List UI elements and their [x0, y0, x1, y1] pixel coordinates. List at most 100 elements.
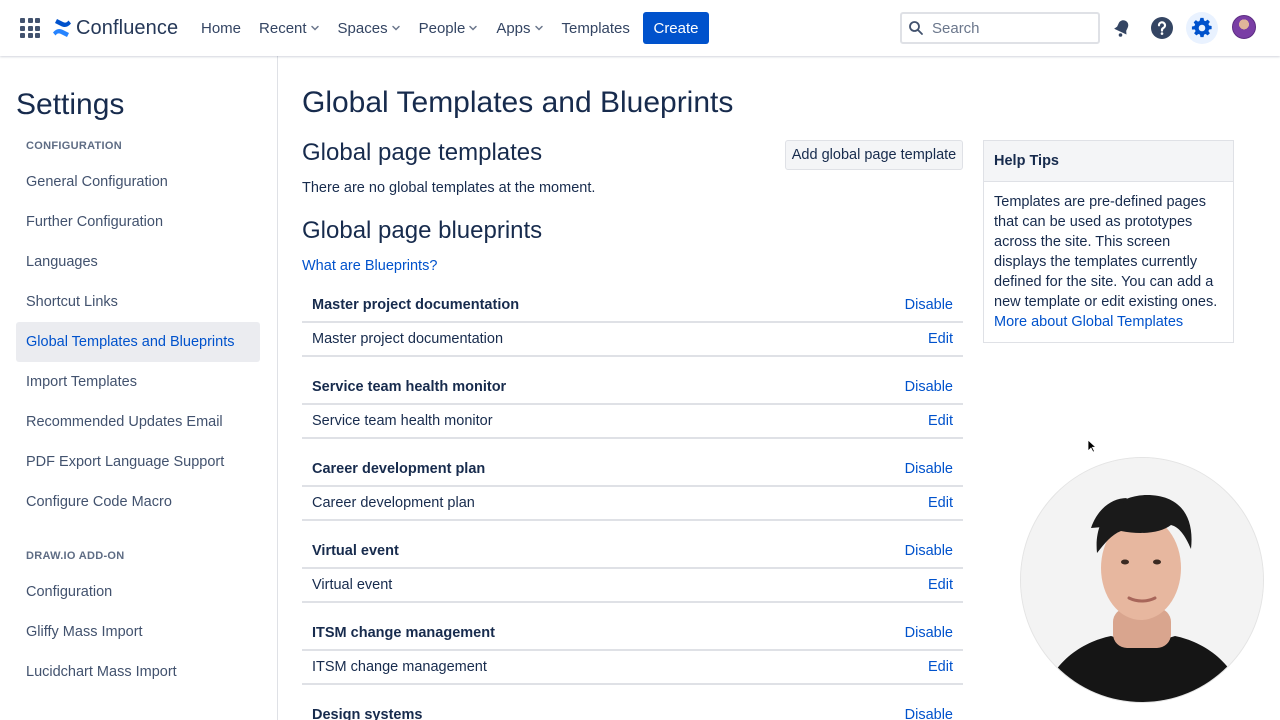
user-avatar[interactable] — [1232, 15, 1256, 39]
add-global-page-template-button[interactable]: Add global page template — [785, 140, 963, 170]
nav-item-label: Templates — [561, 19, 630, 37]
sidebar-item-further-configuration[interactable]: Further Configuration — [16, 202, 260, 242]
help-tips-panel: Help Tips Templates are pre-defined page… — [983, 140, 1234, 343]
edit-template-link[interactable]: Edit — [928, 659, 953, 675]
sidebar-item-general-configuration[interactable]: General Configuration — [16, 162, 260, 202]
chevron-down-icon — [310, 25, 319, 31]
blueprint-template-row: Virtual event Edit — [302, 569, 963, 603]
more-about-global-templates-link[interactable]: More about Global Templates — [994, 312, 1223, 332]
blueprint-name: Virtual event — [312, 542, 399, 559]
confluence-logo[interactable]: Confluence — [52, 14, 178, 42]
sidebar-item-label: Further Configuration — [26, 214, 164, 230]
nav-item-label: Apps — [496, 19, 531, 37]
nav-item-templates[interactable]: Templates — [553, 0, 639, 56]
presenter-webcam-overlay — [1020, 457, 1264, 703]
blueprint-template-name: Master project documentation — [312, 331, 504, 347]
blueprint-template-row: Master project documentation Edit — [302, 323, 963, 357]
sidebar-item-label: Shortcut Links — [26, 294, 118, 310]
sidebar-item-label: Configure Code Macro — [26, 494, 172, 510]
app-switcher-icon[interactable] — [20, 18, 40, 38]
nav-item-label: People — [418, 19, 466, 37]
help-tips-text: Templates are pre-defined pages that can… — [994, 194, 1218, 310]
sidebar-item-label: Import Templates — [26, 374, 137, 390]
presenter-image — [1021, 458, 1263, 702]
nav-item-label: Recent — [259, 19, 307, 37]
sidebar-item-label: Languages — [26, 254, 98, 270]
sidebar-item-gliffy-mass-import[interactable]: Gliffy Mass Import — [16, 612, 260, 652]
settings-sidebar: Settings CONFIGURATION General Configurat… — [0, 56, 278, 720]
sidebar-item-label: Lucidchart Mass Import — [26, 664, 177, 680]
sidebar-item-recommended-updates-email[interactable]: Recommended Updates Email — [16, 402, 260, 442]
sidebar-item-label: PDF Export Language Support — [26, 454, 225, 470]
page-title: Global Templates and Blueprints — [302, 86, 734, 119]
settings-gear-icon[interactable] — [1186, 12, 1218, 44]
top-navigation: Confluence Home Recent Spaces People Apps Tem… — [0, 0, 1280, 56]
templates-heading: Global page templates — [302, 139, 543, 166]
blueprint-header-row: Design systems Disable — [302, 698, 963, 720]
sidebar-item-shortcut-links[interactable]: Shortcut Links — [16, 282, 260, 322]
disable-blueprint-link[interactable]: Disable — [905, 297, 953, 313]
blueprint-name: Service team health monitor — [312, 378, 507, 395]
sidebar-item-label: Recommended Updates Email — [26, 414, 223, 430]
nav-item-home[interactable]: Home — [192, 0, 250, 56]
disable-blueprint-link[interactable]: Disable — [905, 543, 953, 559]
disable-blueprint-link[interactable]: Disable — [905, 625, 953, 641]
confluence-logo-icon — [53, 19, 71, 37]
sidebar-item-configure-code-macro[interactable]: Configure Code Macro — [16, 482, 260, 522]
sidebar-item-import-templates[interactable]: Import Templates — [16, 362, 260, 402]
blueprints-table: Master project documentation Disable Maste… — [302, 288, 963, 720]
sidebar-item-global-templates-and-blueprints[interactable]: Global Templates and Blueprints — [16, 322, 260, 362]
blueprint-template-row: Career development plan Edit — [302, 487, 963, 521]
notification-bell-icon[interactable] — [1109, 15, 1135, 41]
blueprint-template-row: Service team health monitor Edit — [302, 405, 963, 439]
mouse-cursor-icon — [1087, 439, 1097, 453]
blueprint-header-row: ITSM change management Disable — [302, 616, 963, 651]
blueprint-template-name: Service team health monitor — [312, 413, 493, 429]
chevron-down-icon — [469, 25, 478, 31]
nav-item-label: Home — [201, 19, 242, 37]
disable-blueprint-link[interactable]: Disable — [905, 379, 953, 395]
sidebar-item-label: Gliffy Mass Import — [26, 624, 143, 640]
blueprint-name: ITSM change management — [312, 624, 495, 641]
sidebar-item-configuration[interactable]: Configuration — [16, 572, 260, 612]
help-icon[interactable] — [1149, 15, 1175, 41]
sidebar-item-label: Global Templates and Blueprints — [26, 334, 235, 350]
blueprint-template-name: ITSM change management — [312, 659, 487, 675]
edit-template-link[interactable]: Edit — [928, 331, 953, 347]
sidebar-item-languages[interactable]: Languages — [16, 242, 260, 282]
chevron-down-icon — [391, 25, 400, 31]
disable-blueprint-link[interactable]: Disable — [905, 707, 953, 720]
blueprint-header-row: Virtual event Disable — [302, 534, 963, 569]
edit-template-link[interactable]: Edit — [928, 495, 953, 511]
nav-item-people[interactable]: People — [410, 0, 488, 56]
search-icon — [909, 21, 923, 35]
help-tips-body: Templates are pre-defined pages that can… — [984, 182, 1233, 342]
primary-nav: Home Recent Spaces People Apps Templates — [192, 0, 639, 56]
edit-template-link[interactable]: Edit — [928, 577, 953, 593]
sidebar-item-lucidchart-mass-import[interactable]: Lucidchart Mass Import — [16, 652, 260, 692]
blueprint-name: Career development plan — [312, 460, 486, 477]
nav-item-recent[interactable]: Recent — [250, 0, 329, 56]
logo-text: Confluence — [76, 16, 179, 39]
sidebar-item-pdf-export-language-support[interactable]: PDF Export Language Support — [16, 442, 260, 482]
sidebar-item-label: Configuration — [26, 584, 113, 600]
sidebar-section-heading: DRAW.IO ADD-ON — [26, 550, 125, 562]
disable-blueprint-link[interactable]: Disable — [905, 461, 953, 477]
no-templates-message: There are no global templates at the mom… — [302, 180, 596, 196]
nav-item-label: Spaces — [337, 19, 388, 37]
sidebar-section-heading: CONFIGURATION — [26, 140, 122, 152]
search-input[interactable] — [932, 19, 1082, 37]
search-box[interactable] — [900, 12, 1100, 44]
blueprint-header-row: Master project documentation Disable — [302, 288, 963, 323]
sidebar-title: Settings — [16, 88, 125, 121]
blueprint-name: Design systems — [312, 706, 423, 720]
blueprint-template-name: Virtual event — [312, 577, 393, 593]
nav-item-apps[interactable]: Apps — [487, 0, 552, 56]
nav-item-spaces[interactable]: Spaces — [329, 0, 410, 56]
edit-template-link[interactable]: Edit — [928, 413, 953, 429]
create-button[interactable]: Create — [643, 12, 709, 44]
sidebar-item-label: General Configuration — [26, 174, 168, 190]
blueprint-header-row: Service team health monitor Disable — [302, 370, 963, 405]
blueprint-name: Master project documentation — [312, 296, 520, 313]
what-are-blueprints-link[interactable]: What are Blueprints? — [302, 258, 437, 274]
